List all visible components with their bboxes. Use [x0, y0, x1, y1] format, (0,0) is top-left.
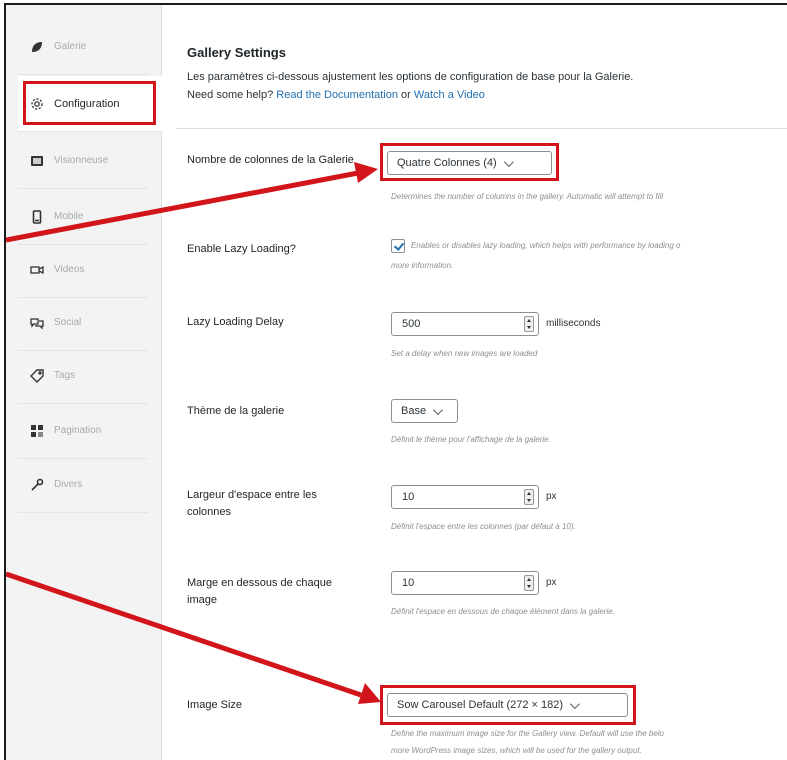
- app-frame: Galerie Configuration Visionneuse Mobile…: [4, 3, 787, 760]
- arrow-line-columns: [6, 170, 359, 243]
- arrow-head-columns: [354, 162, 378, 183]
- annotation-arrows: [6, 162, 381, 704]
- arrow-line-image-size: [6, 571, 362, 698]
